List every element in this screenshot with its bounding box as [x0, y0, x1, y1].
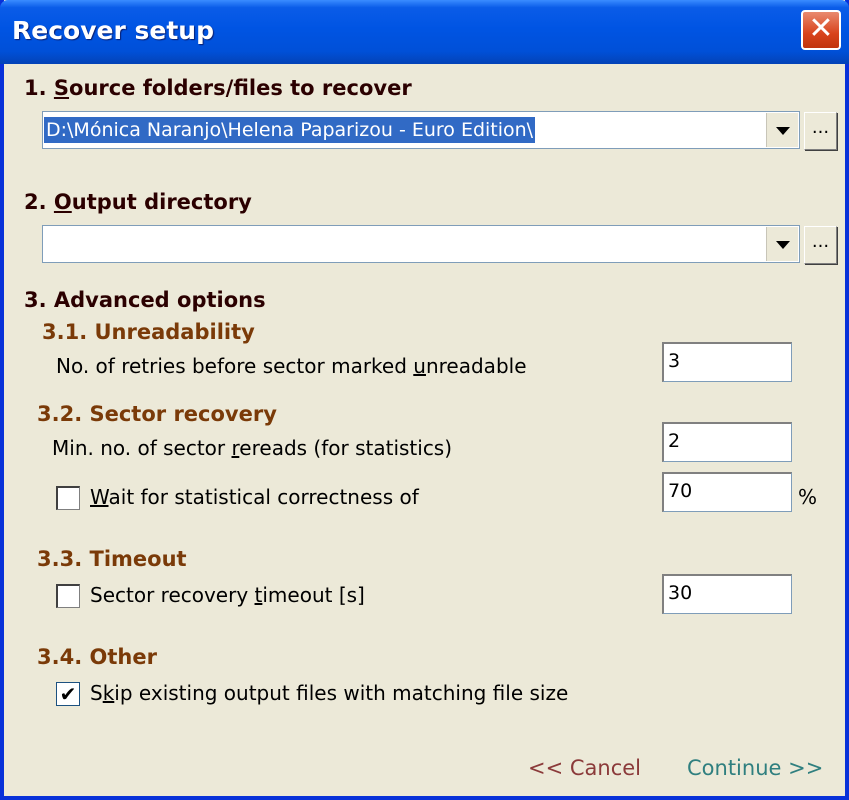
title-bar[interactable]: Recover setup ✕	[0, 0, 849, 64]
dialog-content: 1. Source folders/files to recover D:\Mó…	[4, 60, 845, 796]
output-heading: 2. Output directory	[24, 190, 252, 214]
output-heading-rest: utput directory	[71, 190, 252, 214]
source-heading-prefix: 1.	[24, 76, 54, 100]
retries-input[interactable]: 3	[662, 342, 792, 382]
rereads-label: Min. no. of sector rereads (for statisti…	[52, 436, 452, 460]
other-heading: 3.4. Other	[37, 645, 157, 669]
unreadability-heading: 3.1. Unreadability	[42, 320, 255, 344]
retries-label-accel: u	[413, 354, 426, 378]
rereads-label-a: Min. no. of sector	[52, 436, 232, 460]
skip-existing-checkbox[interactable]: ✔	[56, 682, 80, 706]
cancel-button[interactable]: << Cancel	[528, 756, 641, 780]
timeout-checkbox[interactable]	[56, 584, 80, 608]
close-button[interactable]: ✕	[801, 10, 841, 50]
source-browse-button[interactable]: ...	[804, 112, 837, 150]
timeout-input[interactable]: 30	[662, 574, 792, 614]
recover-setup-window: Recover setup ✕ 1. Source folders/files …	[0, 0, 849, 800]
wait-label-b: ait for statistical correctness of	[108, 485, 419, 509]
skip-label-b: ip existing output files with matching f…	[114, 681, 569, 705]
wait-checkbox[interactable]	[56, 486, 80, 510]
correctness-input[interactable]: 70	[662, 472, 792, 512]
output-heading-prefix: 2.	[24, 190, 54, 214]
source-heading-accel: S	[53, 76, 70, 100]
output-path-value	[44, 231, 48, 257]
source-combobox[interactable]: D:\Mónica Naranjo\Helena Paparizou - Eur…	[42, 111, 800, 149]
source-heading-rest: ource folders/files to recover	[69, 76, 412, 100]
output-combobox[interactable]	[42, 225, 800, 263]
close-icon: ✕	[808, 11, 834, 46]
skip-existing-label[interactable]: Skip existing output files with matching…	[90, 681, 568, 705]
window-title: Recover setup	[12, 16, 214, 45]
timeout-label[interactable]: Sector recovery timeout [s]	[90, 583, 365, 607]
source-heading: 1. Source folders/files to recover	[24, 76, 412, 100]
retries-label-a: No. of retries before sector marked	[56, 354, 414, 378]
skip-label-accel: k	[102, 681, 115, 705]
timeout-heading: 3.3. Timeout	[37, 547, 187, 571]
output-browse-button[interactable]: ...	[804, 226, 837, 264]
source-dropdown-button[interactable]	[766, 113, 798, 147]
percent-unit: %	[798, 485, 818, 509]
timeout-label-a: Sector recovery	[90, 583, 255, 607]
wait-label[interactable]: Wait for statistical correctness of	[90, 485, 419, 509]
wait-label-accel: W	[90, 485, 109, 509]
source-path-value: D:\Mónica Naranjo\Helena Paparizou - Eur…	[44, 117, 536, 143]
output-dropdown-button[interactable]	[766, 227, 798, 261]
retries-label-b: nreadable	[425, 354, 527, 378]
continue-button[interactable]: Continue >>	[687, 756, 823, 780]
sector-recovery-heading: 3.2. Sector recovery	[37, 402, 277, 426]
timeout-label-b: imeout [s]	[262, 583, 365, 607]
rereads-input[interactable]: 2	[662, 422, 792, 462]
advanced-heading: 3. Advanced options	[24, 288, 266, 312]
checkmark-icon: ✔	[59, 682, 77, 706]
output-heading-accel: O	[53, 190, 72, 214]
retries-label: No. of retries before sector marked unre…	[56, 354, 527, 378]
rereads-label-b: ereads (for statistics)	[239, 436, 453, 460]
skip-label-a: S	[90, 681, 103, 705]
